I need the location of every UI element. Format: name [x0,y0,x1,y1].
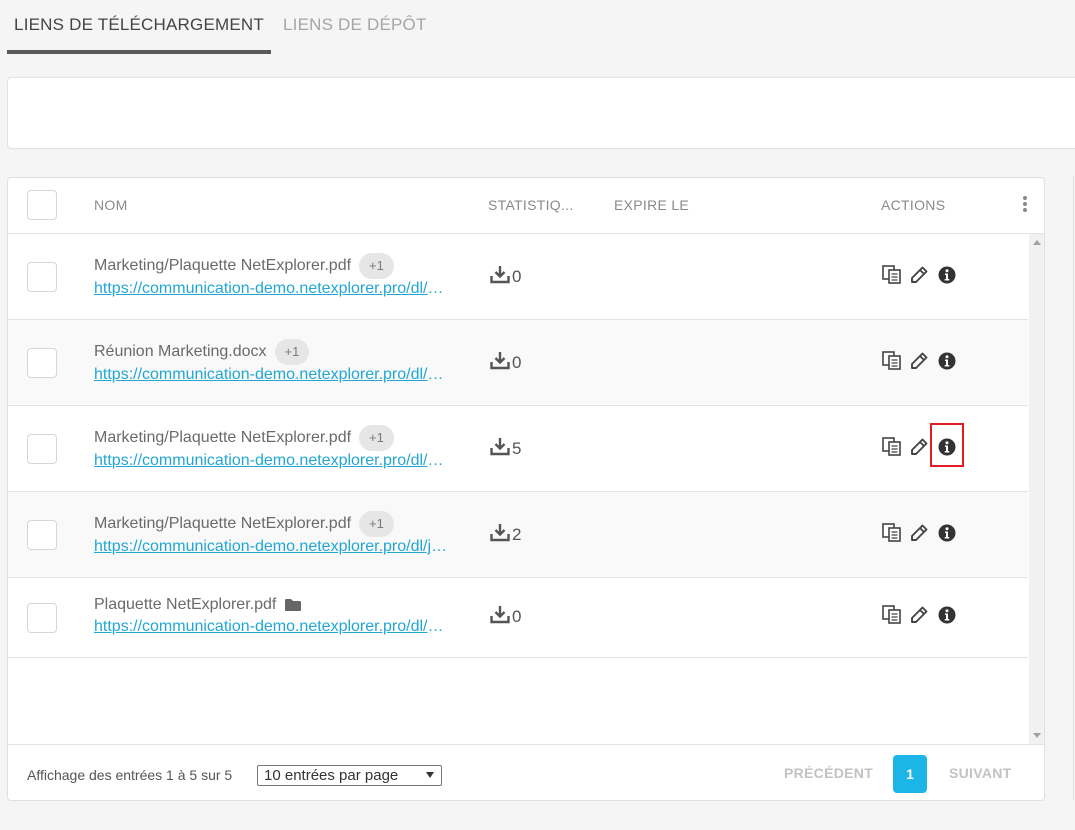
extra-files-badge[interactable]: +1 [274,339,310,365]
links-table: NOM STATISTIQ... EXPIRE LE ACTIONS Marke… [7,177,1045,801]
row-checkbox[interactable] [27,520,57,550]
file-name-text: Marketing/Plaquette NetExplorer.pdf [94,429,352,447]
share-link[interactable]: https://communication-demo.netexplorer.p… [94,280,452,298]
download-count-value: 0 [512,607,522,626]
copy-icon[interactable] [882,605,902,625]
page-1-button[interactable]: 1 [893,755,927,793]
table-row: Marketing/Plaquette NetExplorer.pdf +1 ht… [8,234,1028,320]
info-icon[interactable] [937,351,957,371]
share-link[interactable]: https://communication-demo.netexplorer.p… [94,452,452,470]
download-count: 0 [490,351,521,373]
download-count: 0 [490,265,521,287]
column-header-stats[interactable]: STATISTIQ... [488,178,574,232]
table-scrollbar[interactable] [1029,234,1044,744]
tab-download-links[interactable]: LIENS DE TÉLÉCHARGEMENT [7,0,271,54]
scroll-down-icon[interactable] [1033,733,1041,738]
info-icon[interactable] [937,265,957,285]
entries-per-page-select[interactable]: 10 entrées par page [257,765,442,786]
column-header-actions: ACTIONS [881,197,946,213]
row-checkbox[interactable] [27,603,57,633]
pencil-icon[interactable] [909,605,929,625]
download-icon [490,606,510,624]
file-name-text: Plaquette NetExplorer.pdf [94,596,277,613]
download-count-value: 0 [512,267,522,286]
download-count-value: 5 [512,439,522,458]
table-row: Marketing/Plaquette NetExplorer.pdf +1 ht… [8,406,1028,492]
share-link[interactable]: https://communication-demo.netexplorer.p… [94,618,452,636]
copy-icon[interactable] [882,523,902,543]
table-row: Plaquette NetExplorer.pdf https://commun… [8,578,1028,658]
entries-per-page-value: 10 entrées par page [264,767,399,784]
tab-deposit-links[interactable]: LIENS DE DÉPÔT [283,0,427,54]
folder-icon [285,598,302,611]
table-header: NOM STATISTIQ... EXPIRE LE ACTIONS [8,178,1044,234]
download-count-value: 2 [512,525,522,544]
download-count: 0 [490,605,521,627]
table-row: Réunion Marketing.docx +1 https://communi… [8,320,1028,406]
file-name-text: Réunion Marketing.docx [94,343,267,361]
file-name: Plaquette NetExplorer.pdf [94,596,302,614]
entries-info: Affichage des entrées 1 à 5 sur 5 [27,767,233,783]
chevron-down-icon [426,772,434,778]
share-link[interactable]: https://communication-demo.netexplorer.p… [94,366,452,384]
extra-files-badge[interactable]: +1 [359,511,394,537]
side-panel-border [1073,177,1074,801]
info-icon[interactable] [937,523,957,543]
scroll-up-icon[interactable] [1033,240,1041,245]
select-all-checkbox[interactable] [27,190,57,220]
file-name: Réunion Marketing.docx +1 [94,339,310,365]
file-name-text: Marketing/Plaquette NetExplorer.pdf [94,257,352,275]
download-count: 2 [490,523,521,545]
previous-page-button[interactable]: PRÉCÉDENT [784,765,873,781]
download-icon [490,352,510,370]
extra-files-badge[interactable]: +1 [359,425,394,451]
file-name: Marketing/Plaquette NetExplorer.pdf +1 [94,253,394,279]
download-count: 5 [490,437,521,459]
next-page-button[interactable]: SUIVANT [949,765,1012,781]
extra-files-badge[interactable]: +1 [359,253,394,279]
download-icon [490,438,510,456]
pencil-icon[interactable] [909,437,929,457]
tab-bar: LIENS DE TÉLÉCHARGEMENT LIENS DE DÉPÔT [7,0,1075,54]
row-checkbox[interactable] [27,262,57,292]
table-footer: Affichage des entrées 1 à 5 sur 5 10 ent… [8,744,1044,800]
column-header-name[interactable]: NOM [94,178,128,232]
pencil-icon[interactable] [909,523,929,543]
share-link[interactable]: https://communication-demo.netexplorer.p… [94,538,452,556]
column-options-icon[interactable] [1020,195,1030,215]
download-icon [490,524,510,542]
pencil-icon[interactable] [909,265,929,285]
pencil-icon[interactable] [909,351,929,371]
row-checkbox[interactable] [27,434,57,464]
download-icon [490,266,510,284]
copy-icon[interactable] [882,265,902,285]
filter-area [7,77,1075,149]
copy-icon[interactable] [882,351,902,371]
file-name: Marketing/Plaquette NetExplorer.pdf +1 [94,511,394,537]
info-icon[interactable] [937,605,957,625]
download-count-value: 0 [512,353,522,372]
row-checkbox[interactable] [27,348,57,378]
info-icon[interactable] [937,437,957,457]
table-row: Marketing/Plaquette NetExplorer.pdf +1 ht… [8,492,1028,578]
file-name-text: Marketing/Plaquette NetExplorer.pdf [94,515,352,533]
column-header-expires[interactable]: EXPIRE LE [614,178,689,232]
file-name: Marketing/Plaquette NetExplorer.pdf +1 [94,425,394,451]
copy-icon[interactable] [882,437,902,457]
table-body: Marketing/Plaquette NetExplorer.pdf +1 ht… [8,234,1028,744]
